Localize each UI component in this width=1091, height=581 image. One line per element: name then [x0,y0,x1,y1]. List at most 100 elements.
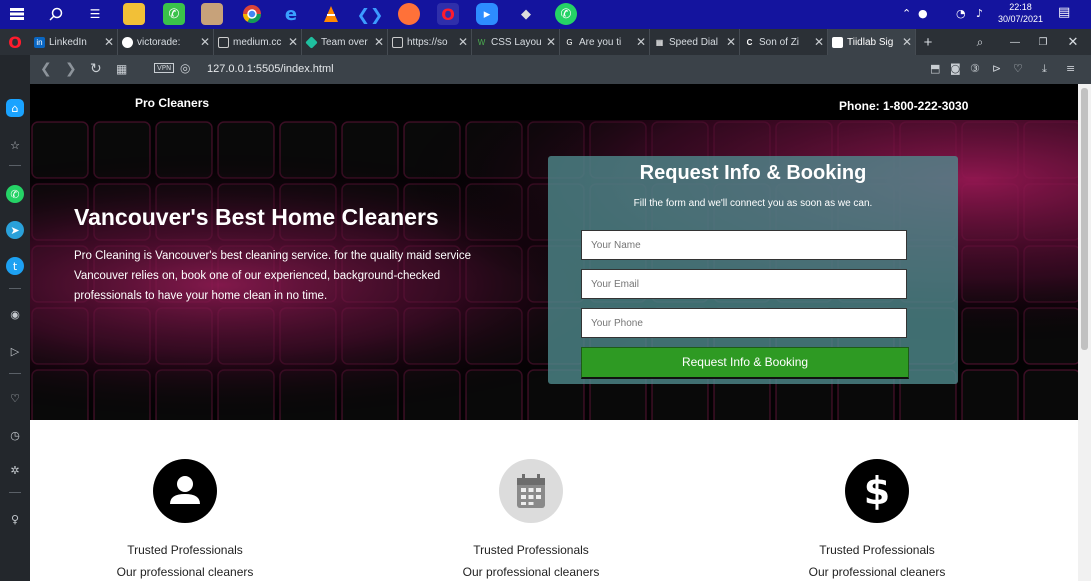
w3-icon: W [477,37,486,47]
paint-icon[interactable] [201,3,223,25]
whatsapp-taskbar-icon[interactable]: ✆ [555,3,577,25]
tab-css-layout[interactable]: W CSS Layou ✕ [472,29,560,55]
sidebar-divider [9,165,21,166]
tab-strip: in LinkedIn ✕ victorade: ✕ medium.cc ✕ T… [30,29,1091,55]
download-icon[interactable]: ⤓ [1042,62,1047,76]
vlc-icon[interactable] [320,3,342,25]
twitter-icon[interactable]: t [6,257,24,275]
start-menu-icon[interactable] [6,3,28,25]
site-phone[interactable]: Phone: 1-800-222-3030 [839,99,968,113]
easy-setup-icon[interactable]: ③ [970,62,980,75]
edge-icon[interactable]: e [280,3,302,25]
notification-icon[interactable]: ▤ [1058,5,1070,20]
vpn-badge[interactable]: VPN [154,63,175,73]
snapshot-icon[interactable]: ⬒ [930,62,940,75]
flow-icon[interactable]: ⊳ [992,62,1001,75]
new-tab-button[interactable]: + [916,29,940,55]
camera-icon[interactable]: ◙ [950,62,961,75]
tray-volume-icon[interactable]: ♪ [976,7,983,20]
tray-app-icon[interactable]: ● [918,7,928,20]
feature-text: Our professional cleaners [808,565,946,579]
opera-taskbar-icon[interactable]: O [437,3,459,25]
hero-section: Pro Cleaners Phone: 1-800-222-3030 Vanco… [30,84,1078,420]
extensions-icon[interactable]: ✲ [6,461,24,479]
email-input[interactable] [581,269,907,299]
heart-icon[interactable]: ♡ [6,389,24,407]
whatsapp-icon[interactable]: ✆ [6,185,24,203]
tab-label: LinkedIn [49,36,87,48]
tab-speed-dial[interactable]: ▦ Speed Dial ✕ [650,29,740,55]
url-field[interactable]: 127.0.0.1:5505/index.html [207,63,334,75]
page-scrollbar[interactable] [1078,84,1091,581]
tab-label: Son of Zi [759,36,800,48]
close-tab-icon[interactable]: ✕ [285,35,301,49]
forward-icon[interactable]: ❯ [65,61,77,77]
opera-sidebar: ⌂ ☆ ✆ ➤ t ◉ ▷ ♡ ◷ ✲ ♀ [0,55,30,581]
tab-label: Are you ti [579,36,622,48]
file-explorer-icon[interactable] [123,3,145,25]
telegram-icon[interactable]: ➤ [6,221,24,239]
scrollbar-thumb[interactable] [1081,88,1088,350]
home-icon[interactable]: ⌂ [6,99,24,117]
close-tab-icon[interactable]: ✕ [633,35,649,49]
tray-chevron-icon[interactable]: ⌃ [902,7,911,20]
close-tab-icon[interactable]: ✕ [723,35,739,49]
tray-network-icon[interactable]: ◔ [956,7,966,20]
tab-google[interactable]: G Are you ti ✕ [560,29,650,55]
player-icon[interactable]: ◉ [6,305,24,323]
tab-medium[interactable]: medium.cc ✕ [214,29,302,55]
bookmark-heart-icon[interactable]: ♡ [1013,62,1023,75]
site-info-icon[interactable]: ◎ [180,61,190,75]
close-tab-icon[interactable]: ✕ [197,35,213,49]
site-brand[interactable]: Pro Cleaners [135,96,209,110]
tab-search-icon[interactable]: ⌕ [970,29,990,55]
close-window-button[interactable]: ✕ [1062,29,1084,55]
reload-icon[interactable]: ↻ [90,61,102,77]
page-icon [392,36,403,48]
git-icon[interactable]: ◆ [515,3,537,25]
tab-son-of-zion[interactable]: C Son of Zi ✕ [740,29,828,55]
vscode-icon[interactable]: ❮❯ [357,3,384,25]
phone-app-icon[interactable]: ✆ [163,3,185,25]
tab-label: victorade: [137,36,181,48]
back-icon[interactable]: ❮ [40,61,52,77]
chrome-icon[interactable] [241,3,263,25]
name-input[interactable] [581,230,907,260]
phone-input[interactable] [581,308,907,338]
tab-github[interactable]: victorade: ✕ [118,29,214,55]
tips-icon[interactable]: ♀ [6,510,24,528]
tab-linkedin[interactable]: in LinkedIn ✕ [30,29,118,55]
close-tab-icon[interactable]: ✕ [371,35,387,49]
speed-dial-grid-icon[interactable]: ▦ [116,62,127,76]
minimize-button[interactable]: — [1004,29,1026,55]
history-icon[interactable]: ◷ [6,426,24,444]
close-tab-icon[interactable]: ✕ [899,35,915,49]
close-tab-icon[interactable]: ✕ [455,35,471,49]
booking-title: Request Info & Booking [639,162,867,184]
task-view-icon[interactable]: ☰ [84,3,106,25]
search-icon[interactable] [45,3,67,25]
hero-title: Vancouver's Best Home Cleaners [74,204,439,230]
tab-team[interactable]: Team over ✕ [302,29,388,55]
maximize-button[interactable]: ❐ [1032,29,1054,55]
linkedin-icon: in [34,36,45,48]
close-tab-icon[interactable]: ✕ [101,35,117,49]
firefox-icon[interactable] [398,3,420,25]
page-icon [832,36,843,48]
system-clock[interactable]: 22:18 30/07/2021 [998,1,1043,25]
close-tab-icon[interactable]: ✕ [811,35,827,49]
zoom-icon[interactable]: ▸ [476,3,498,25]
tab-tiidlab[interactable]: Tiidlab Sig ✕ [828,29,916,55]
send-icon[interactable]: ▷ [6,342,24,360]
feature-text: Our professional cleaners [116,565,254,579]
opera-menu-icon[interactable]: O [0,29,30,55]
request-booking-button[interactable]: Request Info & Booking [581,347,909,379]
booking-form: Request Info & Booking Fill the form and… [548,156,958,384]
tab-https[interactable]: https://so ✕ [388,29,472,55]
sidebar-divider [9,373,21,374]
feature-text: Our professional cleaners [462,565,600,579]
tab-label: Tiidlab Sig [847,36,894,48]
pinned-icon[interactable]: ☆ [6,136,24,154]
menu-icon[interactable]: ≡ [1066,62,1075,75]
close-tab-icon[interactable]: ✕ [543,35,559,49]
